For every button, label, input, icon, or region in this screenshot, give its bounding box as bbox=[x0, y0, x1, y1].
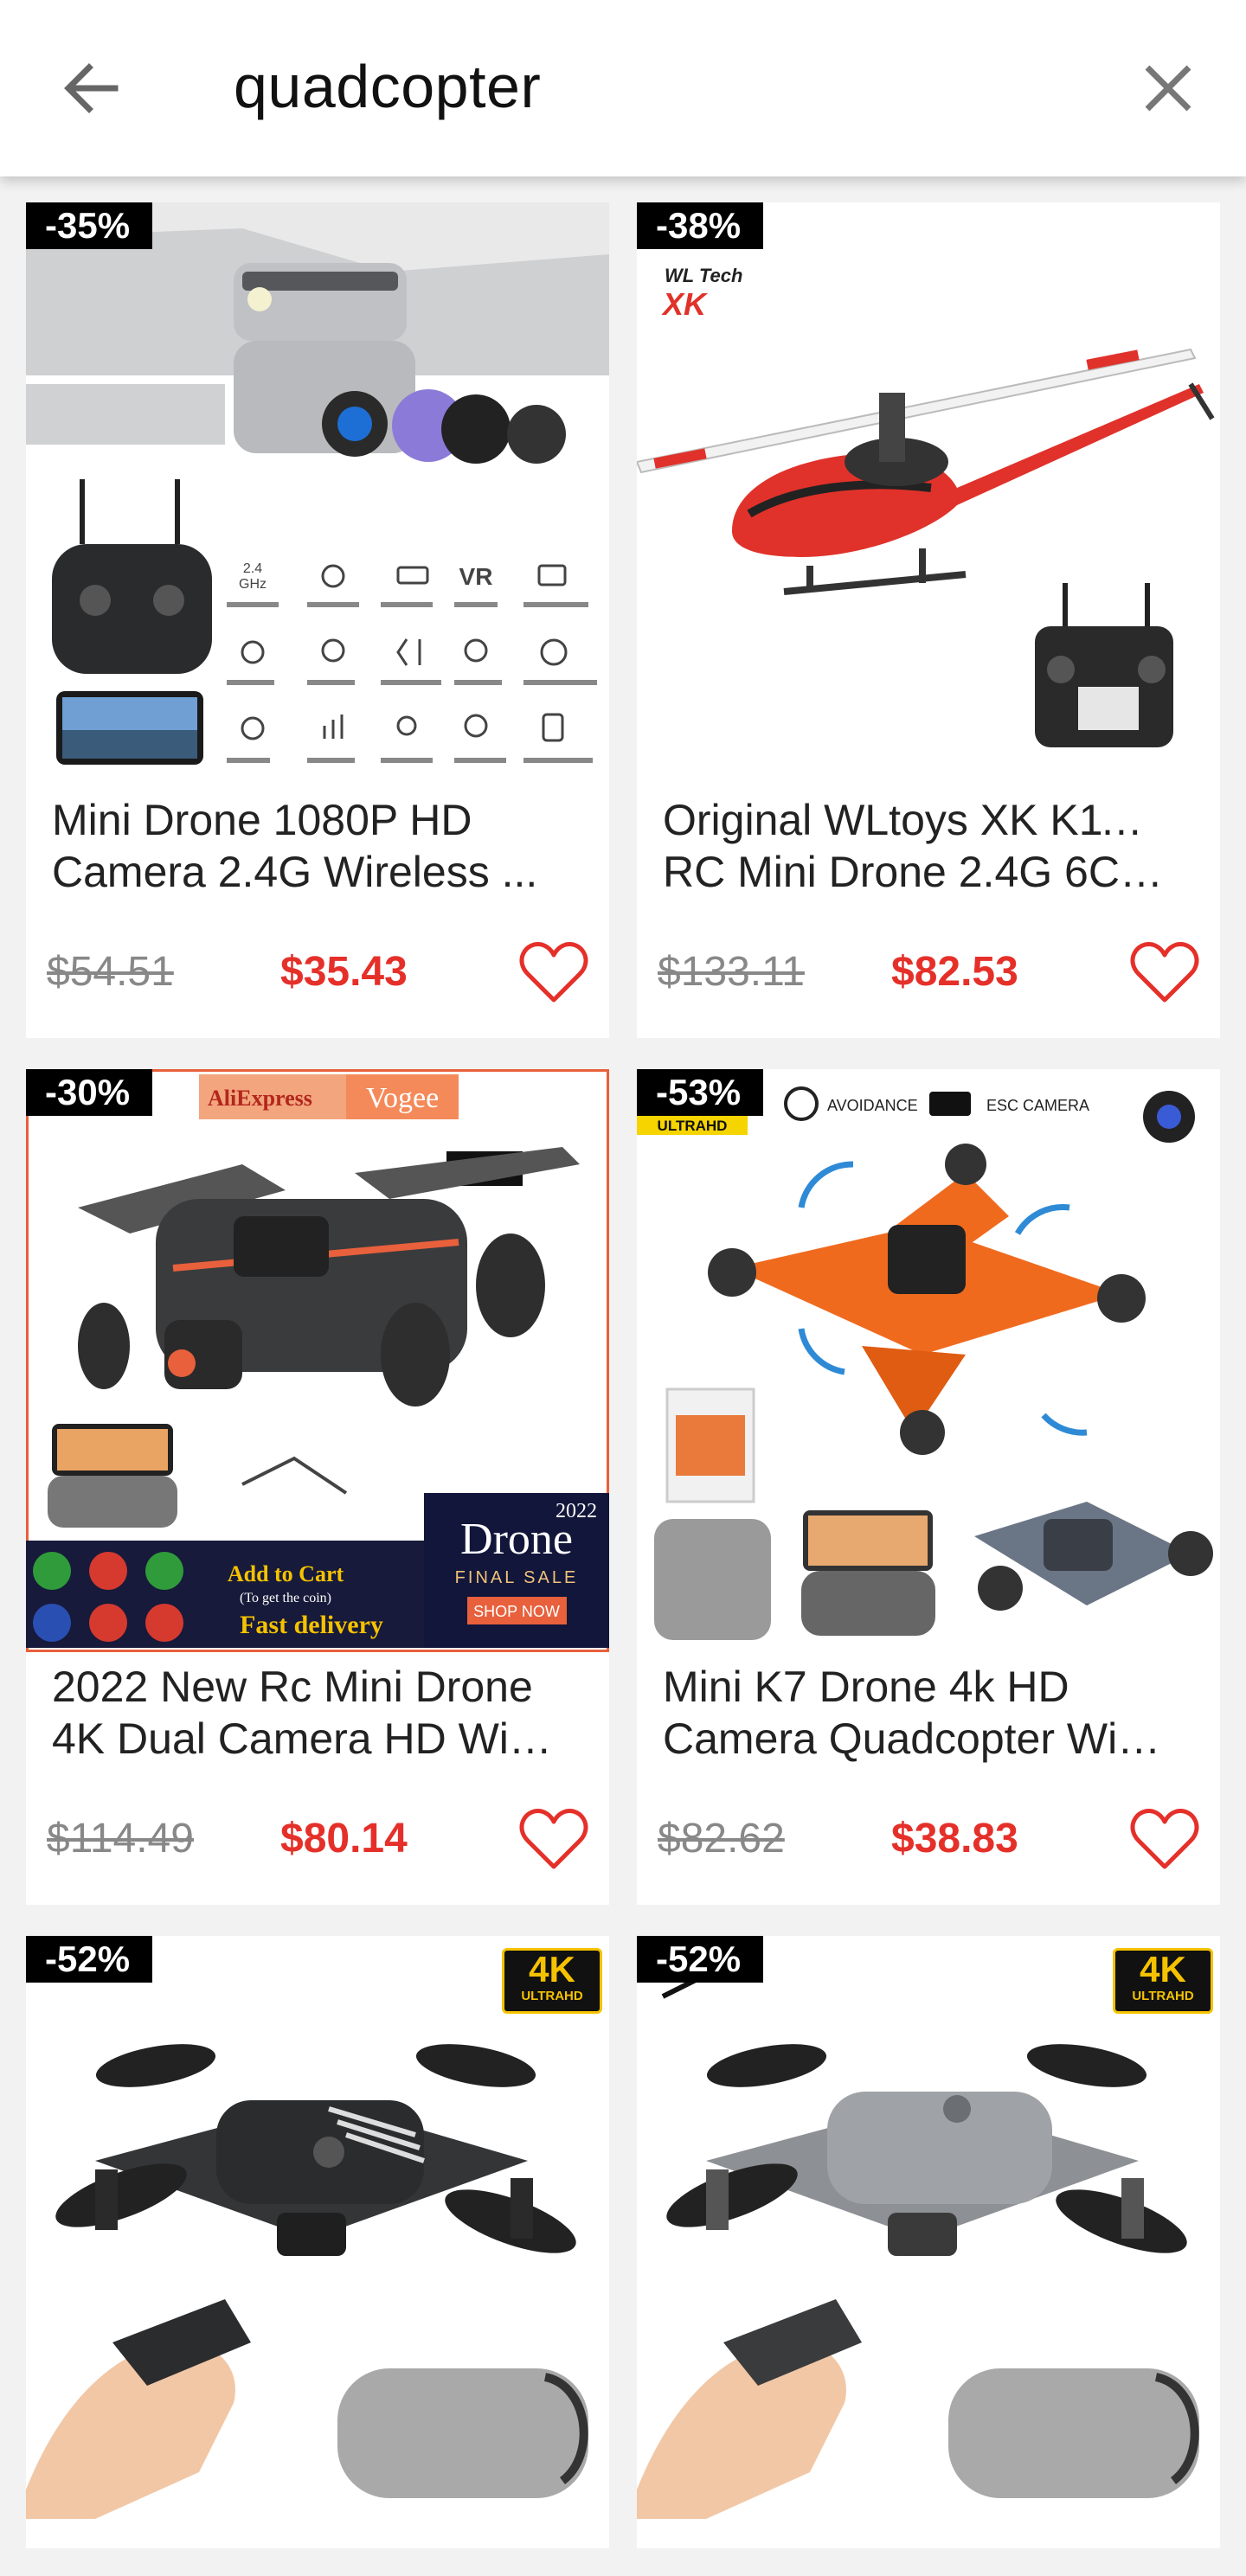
product-title[interactable]: Mini Drone 1080P HD Camera 2.4G Wireless… bbox=[52, 794, 554, 898]
sale-price: $35.43 bbox=[280, 949, 408, 995]
svg-text:2.4: 2.4 bbox=[243, 561, 262, 576]
discount-badge: -52% bbox=[26, 1936, 153, 1983]
svg-text:(To get the coin): (To get the coin) bbox=[240, 1591, 331, 1605]
product-card[interactable]: -52% 4K ULTRAHD bbox=[26, 1936, 609, 2548]
svg-text:AVOIDANCE: AVOIDANCE bbox=[827, 1097, 918, 1114]
title-line: 4K Dual Camera HD Wid... bbox=[52, 1714, 554, 1763]
svg-text:Drone: Drone bbox=[460, 1515, 573, 1564]
discount-badge: -38% bbox=[637, 202, 764, 249]
title-line: 2022 New Rc Mini Drone bbox=[52, 1663, 533, 1711]
title-line: RC Mini Drone 2.4G 6CH... bbox=[663, 848, 1165, 896]
product-card[interactable]: -38% WL Tech XK Original WLtoys XK K110S… bbox=[637, 202, 1220, 1038]
product-title[interactable]: 2022 New Rc Mini Drone 4K Dual Camera HD… bbox=[52, 1661, 554, 1765]
arrow-left-icon bbox=[64, 63, 119, 113]
heart-icon[interactable] bbox=[1130, 939, 1199, 1005]
ultrahd-label: ULTRAHD bbox=[1132, 1989, 1194, 2003]
product-card[interactable]: -30% AliExpress Vogee 4K bbox=[26, 1069, 609, 1905]
sale-price: $82.53 bbox=[891, 949, 1018, 995]
product-image[interactable]: ULTRAHD AVOIDANCE ESC CAMERA bbox=[637, 1069, 1220, 1652]
4k-ultrahd-badge: 4K ULTRAHD bbox=[502, 1948, 602, 2014]
product-grid: -35% 2.4 GHz VR Mini Drone 1080P HD Came… bbox=[0, 0, 1246, 2576]
svg-text:XK: XK bbox=[661, 286, 709, 322]
search-header: quadcopter bbox=[0, 0, 1246, 176]
4k-label: 4K bbox=[529, 1949, 575, 1990]
svg-text:FINAL SALE: FINAL SALE bbox=[455, 1568, 579, 1587]
product-image[interactable] bbox=[637, 1936, 1220, 2519]
svg-text:ULTRAHD: ULTRAHD bbox=[658, 1118, 728, 1134]
svg-text:Add to Cart: Add to Cart bbox=[228, 1561, 344, 1586]
product-card[interactable]: -35% 2.4 GHz VR Mini Drone 1080P HD Came… bbox=[26, 202, 609, 1038]
svg-text:VR: VR bbox=[459, 563, 493, 590]
original-price: $82.62 bbox=[658, 1816, 785, 1862]
search-query[interactable]: quadcopter bbox=[234, 50, 541, 123]
clear-search-button[interactable] bbox=[1129, 54, 1207, 123]
product-image[interactable]: 2.4 GHz VR bbox=[26, 202, 609, 785]
original-price: $114.49 bbox=[47, 1816, 194, 1862]
product-image[interactable] bbox=[26, 1936, 609, 2519]
svg-text:WL Tech: WL Tech bbox=[665, 265, 742, 286]
product-card[interactable]: -52% 4K ULTRAHD bbox=[637, 1936, 1220, 2548]
title-line: Mini Drone 1080P HD bbox=[52, 796, 472, 844]
product-title[interactable]: Mini K7 Drone 4k HD Camera Quadcopter Wi… bbox=[663, 1661, 1165, 1765]
svg-text:AliExpress: AliExpress bbox=[208, 1086, 312, 1111]
title-line: Original WLtoys XK K110S bbox=[663, 796, 1165, 844]
title-line: Mini K7 Drone 4k HD bbox=[663, 1663, 1069, 1711]
svg-text:GHz: GHz bbox=[239, 577, 267, 592]
discount-badge: -53% bbox=[637, 1069, 764, 1116]
svg-text:SHOP NOW: SHOP NOW bbox=[473, 1603, 560, 1620]
svg-text:ESC CAMERA: ESC CAMERA bbox=[986, 1097, 1089, 1114]
heart-icon[interactable] bbox=[519, 1806, 588, 1872]
original-price: $54.51 bbox=[47, 949, 174, 995]
back-button[interactable] bbox=[52, 54, 130, 123]
title-line: Camera Quadcopter Wit... bbox=[663, 1714, 1165, 1763]
discount-badge: -52% bbox=[637, 1936, 764, 1983]
ultrahd-label: ULTRAHD bbox=[521, 1989, 583, 2003]
discount-badge: -30% bbox=[26, 1069, 153, 1116]
title-line: Camera 2.4G Wireless ... bbox=[52, 848, 538, 896]
product-title[interactable]: Original WLtoys XK K110S RC Mini Drone 2… bbox=[663, 794, 1165, 898]
heart-icon[interactable] bbox=[519, 939, 588, 1005]
svg-text:Vogee: Vogee bbox=[366, 1082, 439, 1114]
heart-icon[interactable] bbox=[1130, 1806, 1199, 1872]
4k-label: 4K bbox=[1140, 1949, 1186, 1990]
close-icon bbox=[1145, 65, 1191, 112]
sale-price: $38.83 bbox=[891, 1816, 1018, 1862]
product-image[interactable]: WL Tech XK bbox=[637, 202, 1220, 785]
product-card[interactable]: -53% ULTRAHD AVOIDANCE ESC CAMERA Mini K… bbox=[637, 1069, 1220, 1905]
product-image[interactable]: AliExpress Vogee 4K 2022 Dron bbox=[26, 1069, 609, 1652]
svg-text:Fast delivery: Fast delivery bbox=[240, 1611, 383, 1639]
discount-badge: -35% bbox=[26, 202, 153, 249]
sale-price: $80.14 bbox=[280, 1816, 408, 1862]
4k-ultrahd-badge: 4K ULTRAHD bbox=[1113, 1948, 1213, 2014]
original-price: $133.11 bbox=[658, 949, 805, 995]
